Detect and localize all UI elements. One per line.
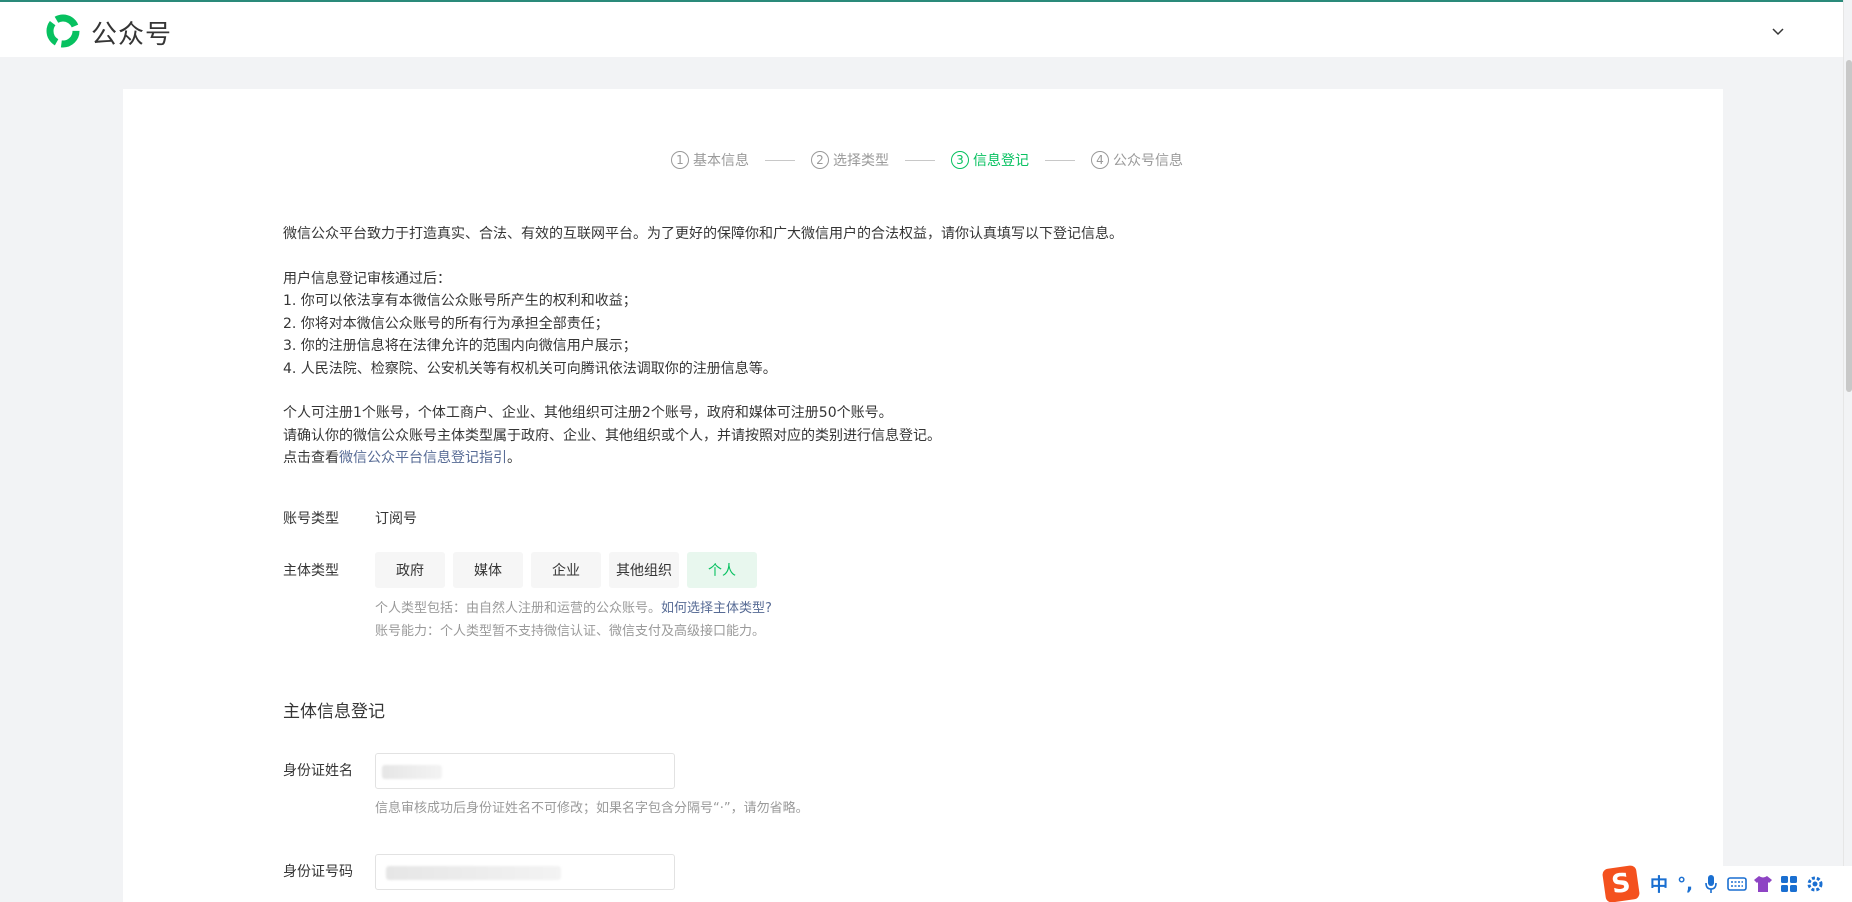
subject-type-enterprise[interactable]: 企业 — [531, 552, 601, 588]
registration-card — [123, 89, 1723, 902]
list-item: 4. 人民法院、检察院、公安机关等有权机关可向腾讯依法调取你的注册信息等。 — [283, 360, 777, 377]
settings-icon[interactable] — [1802, 871, 1828, 897]
top-bar: 公众号 — [0, 0, 1852, 57]
subject-type-individual[interactable]: 个人 — [687, 552, 757, 588]
subject-type-notice: 请确认你的微信公众账号主体类型属于政府、企业、其他组织或个人，并请按照对应的类别… — [283, 427, 941, 444]
id-number-label: 身份证号码 — [283, 864, 353, 880]
subject-type-other-org[interactable]: 其他组织 — [609, 552, 679, 588]
subject-type-label: 主体类型 — [283, 563, 339, 579]
redacted-value — [386, 866, 561, 880]
list-item: 3. 你的注册信息将在法律允许的范围内向微信用户展示； — [283, 338, 637, 354]
ime-toolbar: S 中 °, — [1601, 864, 1852, 902]
step-number: 4 — [1091, 151, 1109, 169]
step-label: 选择类型 — [833, 153, 889, 169]
guide-line: 点击查看微信公众平台信息登记指引。 — [283, 447, 1483, 470]
step-divider — [905, 159, 935, 161]
list-item: 2. 你将对本微信公众账号的所有行为承担全部责任； — [283, 315, 609, 332]
step-basic-info: 1 基本信息 — [671, 150, 749, 170]
hint-text: 个人类型包括：由自然人注册和运营的公众账号。 — [375, 601, 662, 616]
guide-prefix: 点击查看 — [283, 450, 339, 466]
scrollbar-thumb[interactable] — [1846, 60, 1852, 392]
guide-suffix: 。 — [507, 450, 521, 466]
section-title: 主体信息登记 — [283, 702, 385, 722]
subject-type-hint: 个人类型包括：由自然人注册和运营的公众账号。如何选择主体类型? — [375, 597, 772, 616]
subject-type-media[interactable]: 媒体 — [453, 552, 523, 588]
id-number-input[interactable] — [375, 854, 675, 890]
intro-paragraph: 微信公众平台致力于打造真实、合法、有效的互联网平台。为了更好的保障你和广大微信用… — [283, 226, 1123, 242]
id-name-hint: 信息审核成功后身份证姓名不可修改；如果名字包含分隔号“·”，请勿省略。 — [375, 801, 809, 816]
intro-text: 微信公众平台致力于打造真实、合法、有效的互联网平台。为了更好的保障你和广大微信用… — [283, 223, 1483, 470]
list-item: 1. 你可以依法享有本微信公众账号所产生的权利和收益； — [283, 293, 637, 309]
id-name-label: 身份证姓名 — [283, 763, 353, 779]
keyboard-icon[interactable] — [1724, 871, 1750, 897]
account-quota-text: 个人可注册1个账号，个体工商户、企业、其他组织可注册2个账号，政府和媒体可注册5… — [283, 405, 893, 421]
microphone-icon[interactable] — [1698, 871, 1724, 897]
step-divider — [1045, 159, 1075, 161]
subject-type-government[interactable]: 政府 — [375, 552, 445, 588]
step-number: 3 — [951, 151, 969, 169]
step-label: 基本信息 — [693, 153, 749, 169]
step-label: 公众号信息 — [1113, 153, 1183, 169]
step-select-type: 2 选择类型 — [811, 150, 889, 170]
id-name-input[interactable] — [375, 753, 675, 789]
progress-steps: 1 基本信息 2 选择类型 3 信息登记 4 公众号信息 — [671, 149, 1183, 171]
account-capability-hint: 账号能力：个人类型暂不支持微信认证、微信支付及高级接口能力。 — [375, 624, 766, 639]
ime-punctuation-toggle[interactable]: °, — [1672, 871, 1698, 897]
chevron-down-icon[interactable] — [1768, 21, 1788, 41]
ime-mode-toggle[interactable]: 中 — [1646, 871, 1672, 897]
list-title: 用户信息登记审核通过后： — [283, 270, 451, 287]
step-account-info: 4 公众号信息 — [1091, 150, 1183, 170]
toolbox-icon[interactable] — [1776, 871, 1802, 897]
sogou-logo-icon[interactable]: S — [1601, 864, 1641, 902]
subject-type-options: 政府 媒体 企业 其他组织 个人 — [375, 552, 757, 588]
step-number: 1 — [671, 151, 689, 169]
skin-icon[interactable] — [1750, 871, 1776, 897]
step-label: 信息登记 — [973, 153, 1029, 169]
how-to-choose-link[interactable]: 如何选择主体类型? — [661, 601, 772, 616]
registration-guide-link[interactable]: 微信公众平台信息登记指引 — [339, 450, 507, 466]
step-info-registration: 3 信息登记 — [951, 150, 1029, 170]
redacted-value — [382, 765, 442, 779]
account-type-value: 订阅号 — [375, 511, 417, 527]
step-number: 2 — [811, 151, 829, 169]
app-name[interactable]: 公众号 — [91, 14, 172, 51]
step-divider — [765, 159, 795, 161]
wechat-official-account-logo-icon[interactable] — [45, 14, 81, 48]
account-type-label: 账号类型 — [283, 511, 339, 527]
